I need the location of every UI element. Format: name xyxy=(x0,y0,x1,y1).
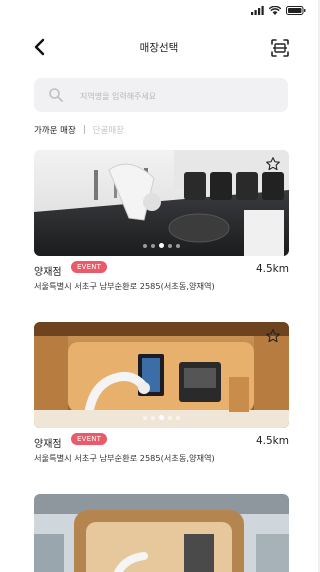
scan-icon[interactable] xyxy=(270,38,290,58)
store-address: 서울특별시 서초구 남부순환로 2585(서초동,양재역) xyxy=(34,453,215,463)
carousel-dot[interactable] xyxy=(151,243,155,248)
carousel-dot[interactable] xyxy=(143,243,147,248)
star-outline-icon[interactable] xyxy=(265,328,281,344)
store-image-robot-booth xyxy=(34,494,289,572)
store-image-robot-cafe xyxy=(34,322,289,428)
store-name: 양재점 xyxy=(34,267,62,278)
filter-favorites[interactable]: 단골매장 xyxy=(93,124,124,136)
carousel-dot[interactable] xyxy=(168,243,172,248)
store-select-screen: 매장선택 가까운 매장 | 단골매장 xyxy=(0,0,318,572)
carousel-indicator xyxy=(34,415,289,420)
carousel-dot-active[interactable] xyxy=(159,415,164,420)
event-badge: EVENT xyxy=(71,433,108,445)
status-bar xyxy=(0,0,318,24)
store-card[interactable]: 양재점 EVENT 4.5km 서울특별시 서초구 남부순환로 2585(서초동… xyxy=(34,150,289,296)
star-outline-icon[interactable] xyxy=(265,156,281,172)
filter-separator: | xyxy=(82,125,86,135)
carousel-dot-active[interactable] xyxy=(159,243,164,248)
carousel-dot[interactable] xyxy=(176,243,180,248)
store-address: 서울특별시 서초구 남부순환로 2585(서초동,양재역) xyxy=(34,281,215,291)
battery-icon xyxy=(286,6,306,15)
search-icon xyxy=(49,88,63,102)
store-distance: 4.5km xyxy=(255,435,289,447)
store-distance: 4.5km xyxy=(255,263,289,275)
store-photo[interactable] xyxy=(34,494,289,572)
carousel-dot[interactable] xyxy=(176,415,180,420)
wifi-icon xyxy=(269,6,281,15)
carousel-dot[interactable] xyxy=(151,415,155,420)
event-badge: EVENT xyxy=(71,261,108,273)
store-card[interactable]: 양재점 EVENT 4.5km 서울특별시 서초구 남부순환로 2585(서초동… xyxy=(34,322,289,468)
search-input[interactable] xyxy=(78,86,272,106)
signal-icon xyxy=(251,6,264,15)
filter-tabs: 가까운 매장 | 단골매장 xyxy=(34,124,124,136)
store-name: 양재점 xyxy=(34,439,62,450)
store-photo[interactable] xyxy=(34,150,289,256)
store-image-robot-counter xyxy=(34,150,289,256)
filter-nearby[interactable]: 가까운 매장 xyxy=(34,124,76,136)
store-photo[interactable] xyxy=(34,322,289,428)
carousel-dot[interactable] xyxy=(143,415,147,420)
carousel-indicator xyxy=(34,243,289,248)
carousel-dot[interactable] xyxy=(168,415,172,420)
search-bar[interactable] xyxy=(34,78,288,112)
store-card[interactable] xyxy=(34,494,289,572)
header: 매장선택 xyxy=(0,34,318,62)
store-info: 양재점 EVENT 4.5km 서울특별시 서초구 남부순환로 2585(서초동… xyxy=(34,428,289,468)
store-info: 양재점 EVENT 4.5km 서울특별시 서초구 남부순환로 2585(서초동… xyxy=(34,256,289,296)
